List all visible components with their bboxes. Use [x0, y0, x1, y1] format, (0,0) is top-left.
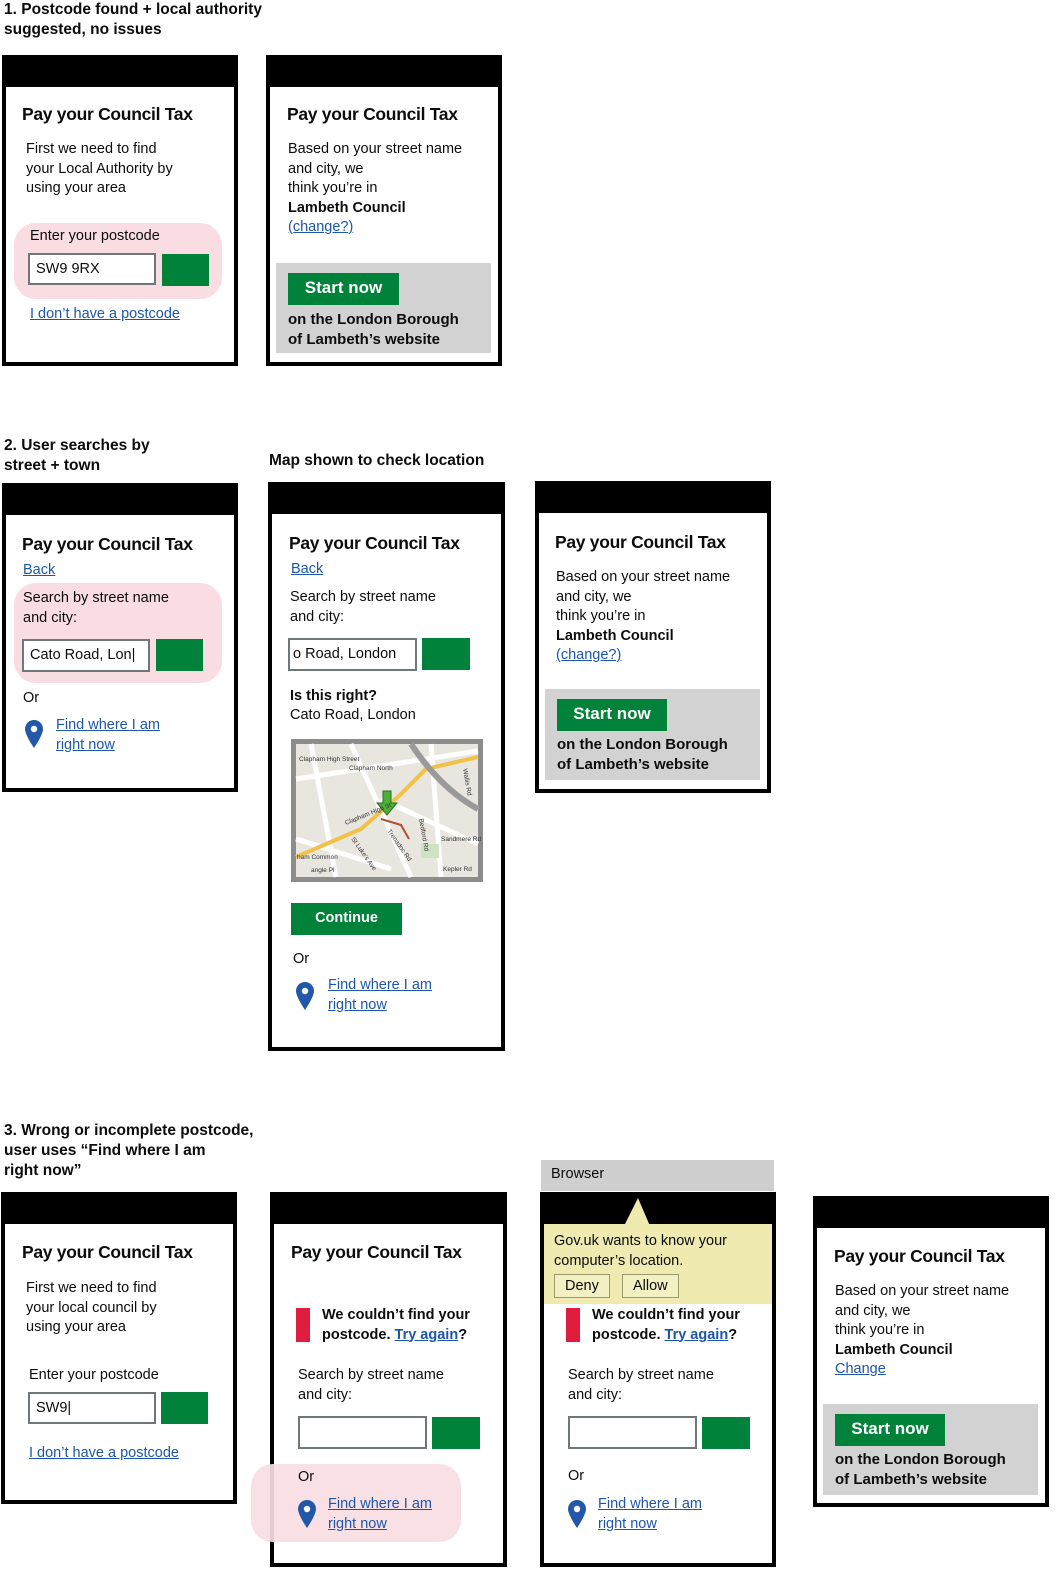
result-text: Based on your street name and city, we thi… — [288, 140, 462, 238]
find-location-link[interactable]: Find where I am right now — [328, 1495, 432, 1534]
change-link[interactable]: (change?) — [288, 218, 462, 238]
error-bar — [566, 1308, 580, 1342]
postcode-input[interactable]: SW9 9RX — [28, 253, 156, 285]
change-link[interactable]: Change — [835, 1360, 1009, 1380]
find-location-link[interactable]: Find where I am right now — [328, 976, 432, 1015]
phone-postcode-entry: Pay your Council Tax First we need to fi… — [2, 55, 238, 366]
search-label: Search by street name and city: — [23, 590, 169, 626]
page-title: Pay your Council Tax — [22, 1242, 193, 1262]
permission-prompt: Gov.uk wants to know your computer’s loca… — [554, 1233, 728, 1269]
start-now-button[interactable]: Start now — [557, 699, 667, 731]
popup-pointer — [624, 1198, 650, 1226]
map-label: Clapham High Street — [299, 756, 360, 763]
postcode-label: Enter your postcode — [29, 1367, 159, 1383]
or-label: Or — [23, 690, 40, 706]
no-postcode-link[interactable]: I don’t have a postcode — [30, 305, 180, 325]
search-label: Search by street name and city: — [298, 1367, 444, 1403]
submit-button[interactable] — [702, 1417, 750, 1449]
page-title: Pay your Council Tax — [22, 534, 193, 554]
phone-incomplete-postcode: Pay your Council Tax First we need to fi… — [1, 1192, 237, 1504]
council-name: Lambeth Council — [835, 1341, 953, 1358]
try-again-link[interactable]: Try again — [395, 1327, 459, 1343]
try-again-link[interactable]: Try again — [665, 1327, 729, 1343]
search-label: Search by street name and city: — [568, 1367, 714, 1403]
page-title: Pay your Council Tax — [834, 1246, 1005, 1266]
page-title: Pay your Council Tax — [291, 1242, 462, 1262]
phone-street-search: Pay your Council Tax Back Search by stre… — [2, 483, 238, 792]
start-note: on the London Borough of Lambeth’s websit… — [835, 1451, 1006, 1488]
find-location-link[interactable]: Find where I am right now — [598, 1495, 702, 1534]
confirm-question: Is this right? — [290, 688, 377, 704]
error-bar — [296, 1308, 310, 1342]
no-postcode-link[interactable]: I don’t have a postcode — [29, 1444, 179, 1464]
location-pin-icon — [568, 1500, 586, 1528]
street-search-input[interactable] — [298, 1416, 427, 1449]
result-text: Based on your street name and city, we thi… — [556, 568, 730, 666]
phone-council-result-3: Pay your Council Tax Based on your stree… — [813, 1196, 1049, 1507]
location-text: Cato Road, London — [290, 707, 416, 723]
section-2-heading: 2. User searches by street + town — [4, 437, 150, 474]
intro-text: First we need to find your Local Authorit… — [26, 141, 173, 196]
error-message: We couldn’t find your postcode. Try agai… — [592, 1307, 740, 1343]
submit-button[interactable] — [156, 639, 203, 671]
map-label: Clapham North — [349, 765, 393, 772]
map-label: Sandmere Rd — [441, 836, 481, 843]
start-now-button[interactable]: Start now — [288, 273, 399, 305]
location-permission-popup: Gov.uk wants to know your computer’s loca… — [544, 1224, 772, 1304]
phone-council-result-2: Pay your Council Tax Based on your stree… — [535, 481, 771, 793]
find-location-link[interactable]: Find where I am right now — [56, 716, 160, 755]
back-link[interactable]: Back — [291, 560, 323, 580]
submit-button[interactable] — [161, 1392, 208, 1424]
council-name: Lambeth Council — [556, 627, 674, 644]
submit-button[interactable] — [422, 638, 470, 670]
map-label: angle Pl — [311, 867, 335, 874]
error-message: We couldn’t find your postcode. Try agai… — [322, 1307, 470, 1343]
page-title: Pay your Council Tax — [555, 532, 726, 552]
location-pin-icon — [25, 720, 43, 748]
postcode-label: Enter your postcode — [30, 228, 160, 244]
council-name: Lambeth Council — [288, 199, 406, 216]
phone-map-check: Pay your Council Tax Back Search by stre… — [268, 482, 505, 1051]
allow-button[interactable]: Allow — [622, 1274, 679, 1298]
phone-council-result: Pay your Council Tax Based on your stree… — [266, 55, 502, 366]
street-search-input[interactable] — [568, 1416, 697, 1449]
street-search-input[interactable]: o Road, London — [288, 638, 417, 671]
deny-button[interactable]: Deny — [554, 1274, 610, 1298]
start-now-button[interactable]: Start now — [835, 1414, 945, 1446]
change-link[interactable]: (change?) — [556, 646, 730, 666]
start-note: on the London Borough of Lambeth’s websit… — [288, 311, 459, 348]
or-label: Or — [298, 1469, 315, 1485]
or-label: Or — [293, 951, 310, 967]
result-text: Based on your street name and city, we thi… — [835, 1282, 1009, 1380]
street-search-input[interactable]: Cato Road, Lon| — [22, 639, 150, 672]
browser-label: Browser — [551, 1166, 605, 1182]
search-label: Search by street name and city: — [290, 589, 436, 625]
section-1-heading: 1. Postcode found + local authority sugg… — [4, 1, 262, 38]
section-3-heading: 3. Wrong or incomplete postcode, user us… — [4, 1122, 254, 1179]
page-title: Pay your Council Tax — [287, 104, 458, 124]
location-pin-icon — [296, 982, 314, 1010]
location-map[interactable]: Clapham High Street Clapham North Clapha… — [291, 739, 483, 882]
postcode-input[interactable]: SW9| — [28, 1392, 156, 1424]
map-check-heading: Map shown to check location — [269, 452, 485, 469]
map-label: Kepler Rd — [443, 866, 472, 873]
start-note: on the London Borough of Lambeth’s websit… — [557, 736, 728, 773]
page-title: Pay your Council Tax — [289, 533, 460, 553]
continue-button[interactable]: Continue — [291, 903, 402, 935]
page-title: Pay your Council Tax — [22, 104, 193, 124]
intro-text: First we need to find your local council … — [26, 1280, 157, 1335]
submit-button[interactable] — [432, 1417, 480, 1449]
map-label: ham Common — [297, 854, 338, 861]
location-pin-icon — [298, 1500, 316, 1528]
back-link[interactable]: Back — [23, 561, 55, 581]
or-label: Or — [568, 1468, 585, 1484]
browser-chrome: Browser — [541, 1160, 774, 1191]
submit-button[interactable] — [162, 254, 209, 286]
